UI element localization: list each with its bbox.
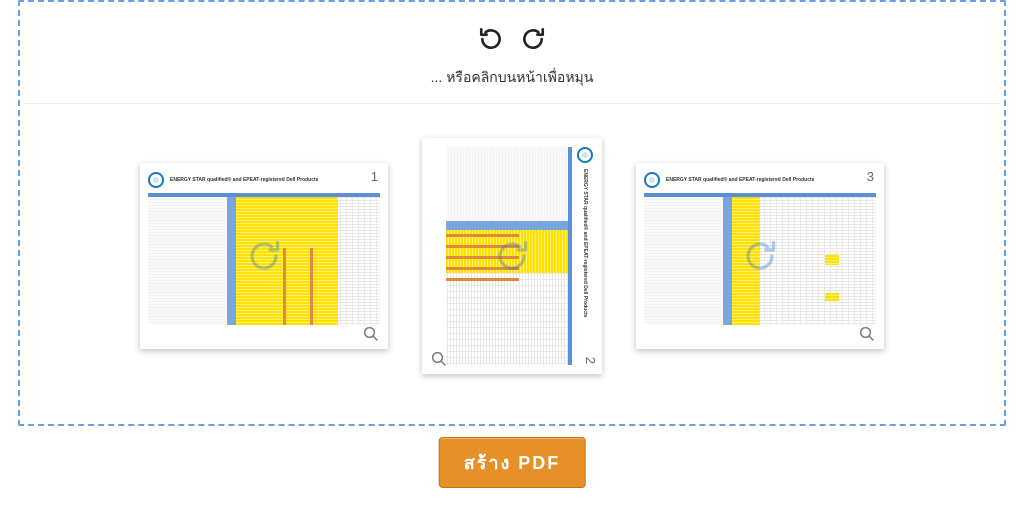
document-preview: ENERGY STAR qualified® and EPEAT-registe… xyxy=(148,171,380,341)
page-thumbnail[interactable]: 2 ENERGY STAR qualified® and EPEAT-regis… xyxy=(422,138,602,374)
divider xyxy=(24,103,1000,104)
page-thumbnail[interactable]: 3 ENERGY STAR qualified® and EPEAT-regis… xyxy=(636,163,884,349)
document-preview: ENERGY STAR qualified® and EPEAT-registe… xyxy=(644,171,876,341)
thumbnail-row: 1 ENERGY STAR qualified® and EPEAT-regis… xyxy=(20,138,1004,374)
upload-drop-zone[interactable]: ... หรือคลิกบนหน้าเพื่อหมุน 1 ENERGY STA… xyxy=(18,0,1006,426)
rotate-instruction-text: ... หรือคลิกบนหน้าเพื่อหมุน xyxy=(20,67,1004,89)
magnifier-icon[interactable] xyxy=(430,350,448,368)
rotate-left-icon[interactable] xyxy=(478,26,504,52)
dell-logo-icon xyxy=(644,172,660,188)
dell-logo-icon xyxy=(148,172,164,188)
document-title: ENERGY STAR qualified® and EPEAT-registe… xyxy=(666,177,814,183)
dell-logo-icon xyxy=(577,147,593,163)
create-pdf-button[interactable]: สร้าง PDF xyxy=(439,437,586,488)
page-number: 3 xyxy=(867,169,874,184)
document-preview: ENERGY STAR qualified® and EPEAT-registe… xyxy=(430,147,594,365)
rotate-right-icon[interactable] xyxy=(520,26,546,52)
page-number: 1 xyxy=(371,169,378,184)
magnifier-icon[interactable] xyxy=(362,325,380,343)
magnifier-icon[interactable] xyxy=(858,325,876,343)
document-title: ENERGY STAR qualified® and EPEAT-registe… xyxy=(582,169,588,317)
rotate-toolbar xyxy=(20,2,1004,57)
page-thumbnail[interactable]: 1 ENERGY STAR qualified® and EPEAT-regis… xyxy=(140,163,388,349)
document-title: ENERGY STAR qualified® and EPEAT-registe… xyxy=(170,177,318,183)
